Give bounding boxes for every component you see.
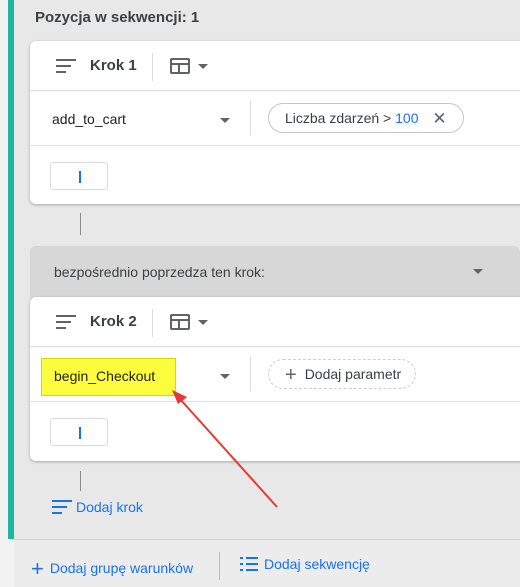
add-parameter-button[interactable]: + Dodaj parametr [268,359,417,389]
chevron-down-icon[interactable] [473,269,483,274]
chip-value: 100 [395,110,419,126]
close-icon[interactable]: ✕ [432,105,446,133]
step-label: Krok 2 [90,313,137,330]
divider [152,53,153,81]
footer: + Dodaj grupę warunków Dodaj sekwencję [14,540,520,587]
plus-icon: + [285,364,297,386]
and-or-button[interactable] [50,418,108,446]
add-sequence-label: Dodaj sekwencję [264,556,370,572]
add-condition-group-button[interactable]: + Dodaj grupę warunków [31,556,193,582]
divider [219,552,220,580]
event-name: begin_Checkout [54,368,156,384]
divider [250,357,251,391]
sequence-title: Pozycja w sekwencji: 1 [35,9,200,26]
event-row: add_to_cart Liczba zdarzeń > 100 ✕ [30,91,520,146]
sort-lines-icon[interactable] [56,59,76,73]
sort-lines-icon[interactable] [56,315,76,329]
step-header: Krok 1 [30,41,520,91]
step-label: Krok 1 [90,57,137,74]
divider [250,101,251,135]
connector-line [80,213,81,235]
add-step-label: Dodaj krok [76,498,143,515]
connector-line [80,471,81,491]
step-header: Krok 2 [30,297,520,347]
divider [152,309,153,337]
and-or-button[interactable] [50,162,108,190]
sequence-accent-bar [8,0,14,539]
add-parameter-label: Dodaj parametr [304,366,402,382]
event-count-chip[interactable]: Liczba zdarzeń > 100 ✕ [268,103,464,133]
chevron-down-icon[interactable] [220,118,230,123]
chip-label: Liczba zdarzeń > [285,110,392,126]
step-card-1: Krok 1 add_to_cart Liczba zdarzeń > 100 … [30,41,520,204]
add-sequence-button[interactable]: Dodaj sekwencję [240,556,370,572]
highlighted-event-select[interactable]: begin_Checkout [41,358,176,396]
chevron-down-icon[interactable] [198,64,208,69]
list-numbered-icon [240,557,258,571]
event-select[interactable]: add_to_cart [52,111,126,127]
sort-lines-icon [52,499,72,514]
plus-icon: + [31,556,44,581]
layout-icon[interactable] [170,314,190,330]
step-condition-select[interactable]: bezpośrednio poprzedza ten krok: [30,246,520,300]
add-step-button[interactable]: Dodaj krok [52,498,143,516]
add-condition-group-label: Dodaj grupę warunków [49,560,194,576]
condition-label: bezpośrednio poprzedza ten krok: [54,264,265,280]
chevron-down-icon[interactable] [198,320,208,325]
chevron-down-icon[interactable] [220,374,230,379]
layout-icon[interactable] [170,58,190,74]
